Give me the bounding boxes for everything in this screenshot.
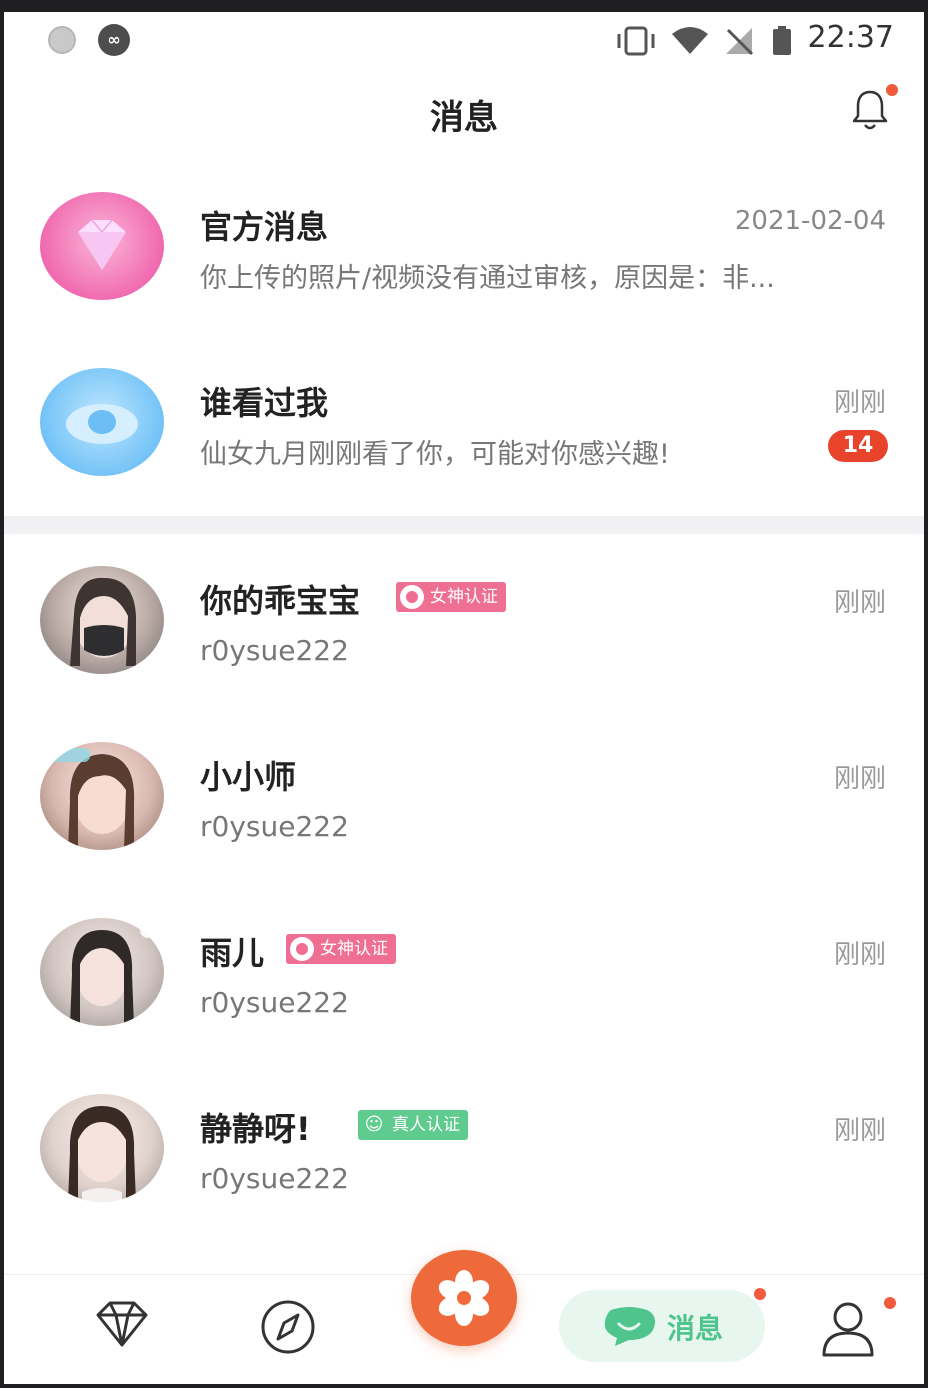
center-action-button[interactable] (411, 1250, 517, 1346)
vibrate-icon (617, 26, 655, 56)
tab-discover[interactable] (258, 1299, 318, 1355)
user-photo (70, 922, 156, 1026)
clock: 22:37 (807, 20, 894, 55)
official-avatar (40, 192, 164, 300)
profile-unread-dot (884, 1297, 896, 1309)
visitors-avatar (40, 368, 164, 476)
conversation-row[interactable]: 静静呀! ☺ 真人认证 刚刚 r0ysue222 (4, 1084, 924, 1224)
real-person-verified-badge: ☺ 真人认证 (358, 1110, 468, 1140)
user-avatar (40, 918, 164, 1026)
wifi-icon (672, 27, 708, 54)
goddess-badge-icon (290, 937, 314, 961)
conversation-time: 刚刚 (833, 588, 886, 618)
official-messages-row[interactable]: 官方消息 2021-02-04 你上传的照片/视频没有通过审核，原因是：非... (4, 178, 924, 318)
app-window: ∞ 22:37 消息 官方消息 2021-02-04 你上传的照片/视频没有通过… (4, 12, 924, 1384)
person-icon (822, 1302, 874, 1357)
conversation-time: 刚刚 (833, 940, 886, 970)
tab-profile[interactable] (818, 1299, 878, 1359)
user-avatar (40, 566, 164, 674)
conversation-preview: r0ysue222 (200, 810, 349, 843)
visitors-row[interactable]: 谁看过我 刚刚 仙女九月刚刚看了你，可能对你感兴趣! 14 (4, 354, 924, 494)
conversation-row[interactable]: 雨儿 女神认证 刚刚 r0ysue222 (4, 908, 924, 1048)
goddess-verified-badge: 女神认证 (396, 582, 506, 612)
user-avatar (40, 742, 164, 850)
conversation-preview: 仙女九月刚刚看了你，可能对你感兴趣! (200, 439, 670, 470)
bell-unread-dot (886, 84, 898, 96)
conversation-time: 2021-02-04 (734, 206, 886, 236)
user-photo (50, 748, 135, 850)
user-photo (68, 1106, 136, 1202)
conversation-name: 你的乖宝宝 (200, 582, 361, 620)
conversation-row[interactable]: 你的乖宝宝 女神认证 刚刚 r0ysue222 (4, 556, 924, 696)
face-badge-icon: ☺ (364, 1114, 384, 1135)
eye-icon (66, 404, 138, 444)
conversation-name: 静静呀! (200, 1110, 311, 1148)
conversation-row[interactable]: 小小师 刚刚 r0ysue222 (4, 732, 924, 872)
diamond-icon (78, 219, 126, 270)
conversation-preview: r0ysue222 (200, 1162, 349, 1195)
conversation-preview: 你上传的照片/视频没有通过审核，原因是：非... (200, 263, 775, 294)
conversation-time: 刚刚 (833, 388, 886, 418)
user-avatar (40, 1094, 164, 1202)
conversation-time: 刚刚 (833, 1116, 886, 1146)
bell-icon[interactable] (850, 88, 890, 132)
tab-diamond[interactable] (92, 1299, 152, 1349)
goddess-badge-icon (400, 585, 424, 609)
flower-icon (438, 1270, 490, 1326)
tab-messages-label: 消息 (667, 1312, 724, 1345)
battery-icon (773, 26, 791, 55)
conversation-name: 官方消息 (200, 208, 329, 246)
compass-icon (261, 1300, 315, 1354)
conversation-name: 小小师 (200, 758, 297, 796)
conversation-preview: r0ysue222 (200, 634, 349, 667)
section-divider (4, 516, 924, 534)
chat-bubble-icon (604, 1307, 655, 1346)
conversation-preview: r0ysue222 (200, 986, 349, 1019)
notification-dot-icon (48, 26, 76, 54)
app-status-icon: ∞ (98, 24, 130, 56)
tab-messages[interactable]: 消息 (559, 1290, 765, 1362)
status-bar: ∞ 22:37 (4, 12, 924, 68)
unread-count-badge: 14 (828, 430, 888, 462)
conversation-name: 雨儿 (200, 934, 265, 972)
user-photo (70, 577, 136, 666)
messages-unread-dot (754, 1288, 766, 1300)
conversation-time: 刚刚 (833, 764, 886, 794)
no-signal-icon (726, 28, 754, 56)
conversation-name: 谁看过我 (200, 384, 329, 422)
diamond-icon (96, 1301, 148, 1347)
header: 消息 (4, 68, 924, 154)
goddess-verified-badge: 女神认证 (286, 934, 396, 964)
page-title: 消息 (430, 98, 498, 138)
